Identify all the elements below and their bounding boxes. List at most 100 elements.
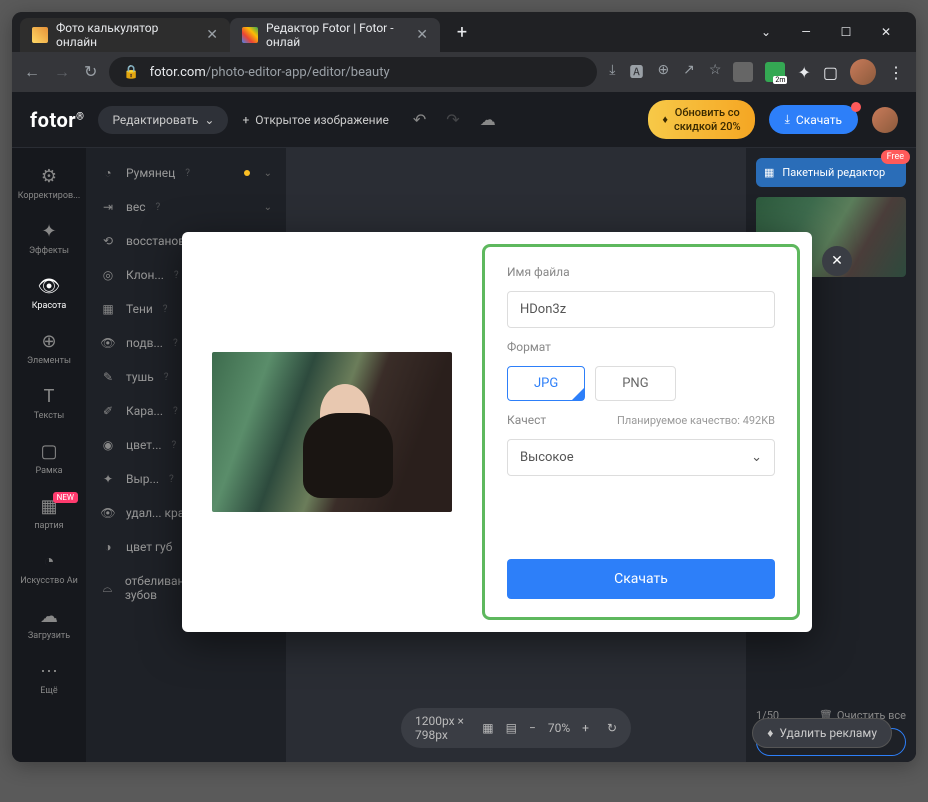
premium-dot	[244, 170, 250, 176]
close-icon[interactable]: ✕	[416, 27, 428, 43]
install-icon[interactable]: ⤓	[609, 62, 615, 82]
tab-favicon	[242, 27, 258, 43]
window-maximize[interactable]: ☐	[836, 25, 856, 39]
actual-icon[interactable]: ▤	[506, 721, 517, 735]
rail-item-искусствоаи[interactable]: ◔Искусство Аи	[12, 541, 86, 596]
window-close[interactable]: ✕	[876, 25, 896, 39]
rail-item-рамка[interactable]: ▢ Рамка	[12, 431, 86, 486]
tool-icon: ◎	[100, 268, 116, 282]
zoom-icon[interactable]: ⊕	[657, 62, 669, 82]
canvas-dimensions: 1200px × 798px	[415, 714, 470, 742]
app-toolbar: fotor® Редактировать⌄ +Открытое изображе…	[12, 92, 916, 148]
tool-icon: 👁	[100, 336, 116, 350]
nav-forward-icon[interactable]: →	[54, 62, 70, 82]
user-avatar[interactable]	[872, 107, 898, 133]
format-jpg-button[interactable]: JPG	[507, 366, 585, 401]
beauty-item[interactable]: ◔Румянец?⌄	[86, 156, 286, 190]
beauty-item[interactable]: ⇥вес?⌄	[86, 190, 286, 224]
info-icon: ?	[172, 440, 177, 451]
rail-item-тексты[interactable]: TТексты	[12, 376, 86, 431]
format-png-button[interactable]: PNG	[595, 366, 675, 401]
bookmark-icon[interactable]: ☆	[709, 62, 722, 82]
edit-dropdown[interactable]: Редактировать⌄	[98, 106, 228, 134]
filename-input[interactable]	[507, 291, 775, 328]
nav-back-icon[interactable]: ←	[24, 62, 40, 82]
tool-label: Тени	[126, 302, 153, 316]
nav-reload-icon[interactable]: ↻	[84, 62, 97, 82]
redo-icon[interactable]: ↷	[446, 110, 459, 129]
batch-editor-button[interactable]: ▦ Пакетный редактор Free	[756, 158, 906, 187]
rail-label: Ещё	[40, 686, 57, 696]
tool-icon: ▦	[100, 302, 116, 316]
url-field[interactable]: 🔒 fotor.com/photo-editor-app/editor/beau…	[109, 57, 597, 87]
tool-icon: ⟲	[100, 234, 116, 248]
url-path: /photo-editor-app/editor/beauty	[206, 65, 390, 80]
tool-label: подв...	[126, 336, 163, 350]
rail-item-партия[interactable]: ▦партияNEW	[12, 486, 86, 541]
fit-icon[interactable]: ▦	[482, 721, 493, 735]
undo-icon[interactable]: ↶	[413, 110, 426, 129]
cloud-icon[interactable]: ☁	[480, 110, 496, 129]
close-icon[interactable]: ✕	[206, 27, 218, 43]
download-icon: ⤓	[785, 112, 790, 127]
zoom-in-icon[interactable]: +	[582, 721, 589, 735]
chevron-down-icon: ⌄	[751, 450, 762, 465]
profile-avatar[interactable]	[850, 59, 876, 85]
tool-label: Кара...	[126, 404, 163, 418]
tabs-icon[interactable]: ▢	[823, 63, 838, 82]
tool-icon: ⇥	[100, 200, 116, 214]
browser-tab[interactable]: Фото калькулятор онлайн ✕	[20, 18, 230, 52]
share-icon[interactable]: ↗	[683, 62, 695, 82]
quality-select[interactable]: Высокое ⌄	[507, 439, 775, 476]
rail-item-загрузить[interactable]: ☁ Загрузить	[12, 596, 86, 651]
rail-icon: ▢	[40, 441, 57, 462]
upgrade-button[interactable]: ♦ Обновить соскидкой 20%	[648, 100, 754, 138]
rail-item-эффекты[interactable]: ✦Эффекты	[12, 211, 86, 266]
extension-icon[interactable]: 2m	[765, 62, 785, 82]
modal-close-button[interactable]: ✕	[822, 246, 852, 276]
rail-icon: T	[44, 386, 55, 407]
rail-icon: ⋯	[40, 661, 58, 682]
rail-item-элементы[interactable]: ⊕Элементы	[12, 321, 86, 376]
translate-icon[interactable]: 🅰	[629, 62, 643, 82]
zoom-out-icon[interactable]: −	[529, 721, 536, 735]
rail-icon: ◔	[44, 551, 55, 572]
extensions-icon[interactable]: ✦	[797, 63, 810, 82]
rail-item-красота[interactable]: 👁Красота	[12, 266, 86, 321]
rail-icon: ⚙	[41, 166, 57, 187]
history-icon[interactable]: ↻	[607, 721, 617, 735]
rail-label: Рамка	[36, 466, 63, 476]
fotor-logo[interactable]: fotor®	[30, 108, 84, 132]
download-modal: ✕ Имя файла Формат JPG PNG Качест Планир…	[182, 232, 812, 632]
new-tab-button[interactable]: +	[448, 18, 476, 46]
rail-icon: ☁	[40, 606, 58, 627]
tab-favicon	[32, 27, 48, 43]
rail-icon: ✦	[41, 221, 56, 242]
tab-title: Фото калькулятор онлайн	[56, 21, 198, 49]
rail-icon: 👁	[38, 276, 61, 297]
window-minimize[interactable]: —	[796, 25, 816, 39]
tool-label: Клон...	[126, 268, 164, 282]
batch-icon: ▦	[764, 166, 774, 179]
tool-icon: ✐	[100, 404, 116, 418]
remove-ads-button[interactable]: ♦Удалить рекламу	[752, 718, 892, 748]
tab-title: Редактор Fotor | Fotor - онлай	[266, 21, 408, 49]
format-label: Формат	[507, 340, 775, 354]
new-badge: NEW	[53, 492, 78, 503]
info-icon: ?	[173, 338, 178, 349]
tool-label: вес	[126, 200, 146, 214]
browser-tab-active[interactable]: Редактор Fotor | Fotor - онлай ✕	[230, 18, 440, 52]
download-button[interactable]: ⤓Скачать	[769, 105, 858, 134]
quality-estimate: Планируемое качество: 492KB	[617, 414, 775, 427]
rail-item-ещ[interactable]: ⋯ Ещё	[12, 651, 86, 706]
menu-icon[interactable]: ⋮	[888, 63, 904, 82]
rail-item-корректиров[interactable]: ⚙Корректиров...	[12, 156, 86, 211]
rail-label: Загрузить	[28, 631, 70, 641]
open-image-button[interactable]: +Открытое изображение	[242, 113, 388, 127]
modal-download-button[interactable]: Скачать	[507, 559, 775, 599]
tool-label: цвет губ	[126, 540, 172, 554]
extension-icon[interactable]	[733, 62, 753, 82]
rail-icon: ⊕	[41, 331, 56, 352]
zoom-percent: 70%	[548, 721, 570, 735]
window-dropdown[interactable]: ⌄	[756, 25, 776, 39]
